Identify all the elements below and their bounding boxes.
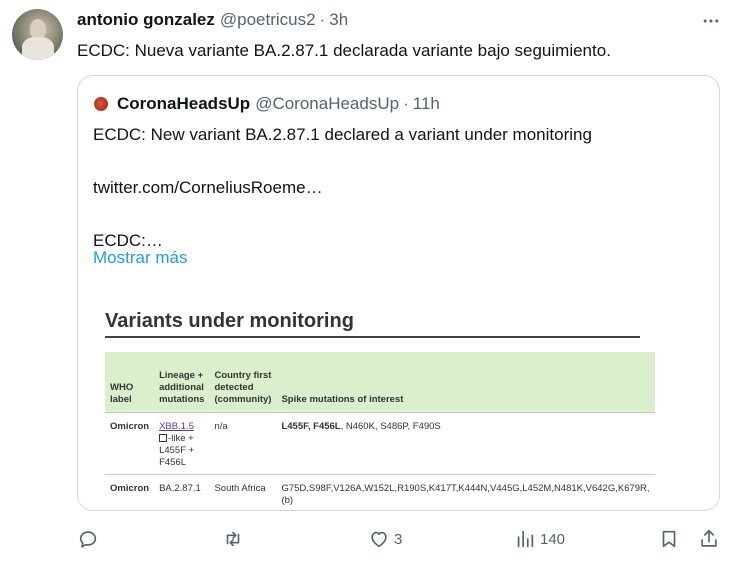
quoted-line: ECDC: New variant BA.2.87.1 declared a v… — [93, 125, 592, 144]
bookmark-button[interactable] — [658, 524, 680, 554]
like-button[interactable]: 3 — [368, 524, 402, 554]
views-icon — [517, 530, 534, 548]
quoted-line — [93, 151, 592, 178]
tweet-time[interactable]: 3h — [329, 10, 348, 30]
lineage-text: F456L — [159, 456, 186, 468]
media-divider — [105, 336, 640, 338]
quoted-header: CoronaHeadsUp @CoronaHeadsUp · 11h — [92, 94, 440, 114]
views-button[interactable]: 140 — [514, 524, 565, 554]
table-cell: L455F, F456L, N460K, S486P, F490S — [276, 411, 655, 474]
author-name[interactable]: antonio gonzalez — [77, 10, 215, 30]
quoted-separator: · — [403, 94, 409, 113]
table-header: Country first detected (community) — [209, 352, 277, 412]
retweet-button[interactable] — [222, 524, 244, 554]
quoted-time: 11h — [412, 94, 440, 113]
reply-button[interactable] — [77, 524, 99, 554]
lineage-text: -like + — [168, 432, 194, 444]
quoted-author-handle: @CoronaHeadsUp — [255, 94, 400, 113]
table-cell: XBB.1.5 -like + L455F + F456L — [154, 411, 210, 474]
table-header: WHO label — [105, 352, 155, 412]
lineage-link: XBB.1.5 — [159, 420, 194, 432]
table-cell: G75D,S98F,V126A,W152L,R190S,K417T,K444N,… — [276, 473, 655, 510]
share-icon — [701, 529, 717, 547]
table-cell: Omicron — [105, 411, 155, 474]
more-options-button[interactable] — [700, 10, 722, 32]
more-icon — [703, 19, 719, 23]
variants-table: WHO label Lineage + additional mutations… — [105, 352, 655, 510]
author-avatar[interactable] — [12, 9, 63, 60]
external-link-icon — [159, 433, 168, 442]
tweet-header: antonio gonzalez @poetricus2 · 3h — [77, 10, 348, 30]
retweet-icon — [226, 531, 240, 547]
bookmark-icon — [662, 530, 676, 548]
table-cell: BA.2.87.1 — [154, 473, 210, 510]
table-header: Spike mutations of interest — [276, 352, 655, 412]
author-handle[interactable]: @poetricus2 — [220, 10, 316, 30]
share-button[interactable] — [698, 524, 720, 554]
quoted-text: ECDC: New variant BA.2.87.1 declared a v… — [93, 124, 592, 257]
mutations-bold: L455F, F456L — [281, 420, 341, 432]
show-more-link[interactable]: Mostrar más — [93, 248, 187, 268]
table-header: Lineage + additional mutations — [154, 352, 210, 412]
media-title: Variants under monitoring — [105, 310, 354, 332]
quoted-media-image[interactable]: Variants under monitoring WHO label Line… — [78, 290, 719, 510]
table-cell: Omicron — [105, 473, 155, 510]
table-row: Omicron BA.2.87.1 South Africa G75D,S98F… — [105, 473, 655, 510]
mutations-text: G75D,S98F,V126A,W152L,R190S,K417T,K444N,… — [281, 482, 650, 494]
table-row: Omicron XBB.1.5 -like + L455F + F456L n/… — [105, 411, 655, 474]
quoted-avatar — [94, 97, 108, 111]
mutations-note: (b) — [281, 494, 294, 506]
tweet-actions: 3 140 — [77, 524, 720, 554]
mutations-text: , N460K, S486P, F490S — [340, 420, 441, 432]
table-cell: South Africa — [209, 473, 277, 510]
table-header-row: WHO label Lineage + additional mutations… — [105, 352, 655, 412]
lineage-text: L455F + — [159, 444, 195, 456]
like-count: 3 — [394, 530, 403, 548]
quoted-line — [93, 204, 592, 231]
heart-icon — [371, 531, 387, 548]
separator: · — [319, 10, 326, 29]
table-cell: n/a — [209, 411, 277, 474]
reply-icon — [79, 531, 97, 548]
quoted-author-name: CoronaHeadsUp — [117, 94, 251, 113]
quoted-link-line: twitter.com/CorneliusRoeme… — [93, 178, 323, 197]
views-count: 140 — [540, 530, 566, 548]
quoted-tweet[interactable]: CoronaHeadsUp @CoronaHeadsUp · 11h ECDC:… — [77, 75, 720, 511]
tweet-text: ECDC: Nueva variante BA.2.87.1 declarada… — [77, 41, 611, 60]
